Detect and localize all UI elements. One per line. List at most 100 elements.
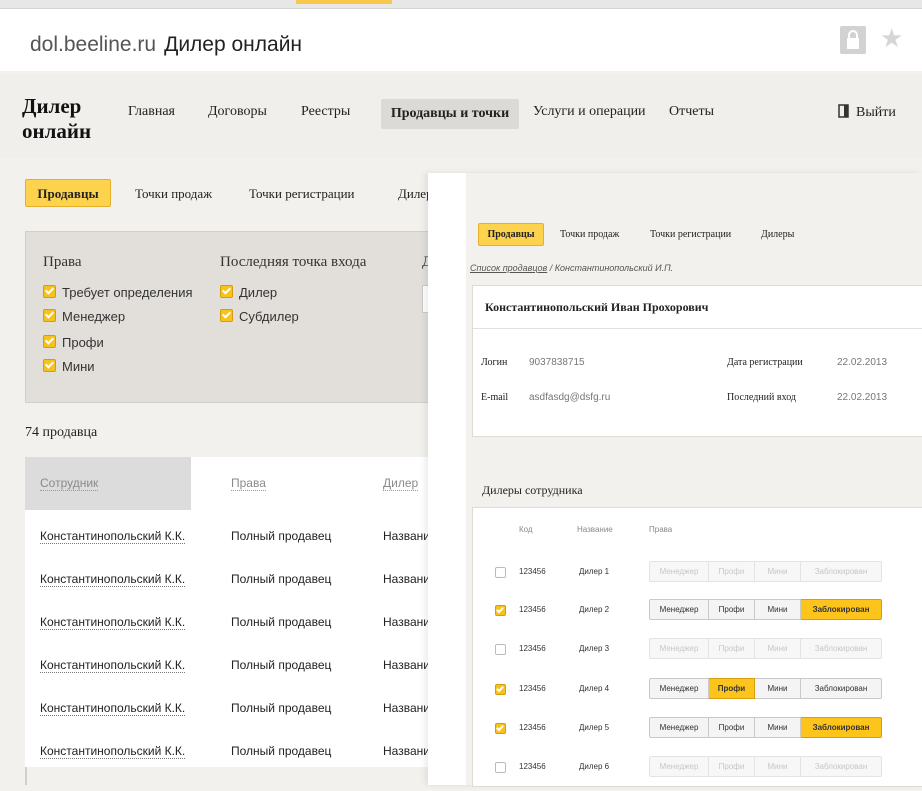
seller-name-link[interactable]: Константинопольский К.К.: [40, 744, 186, 759]
dealer-checkbox[interactable]: [495, 644, 506, 655]
checkbox-icon[interactable]: [43, 309, 56, 322]
dealer-code: 123456: [519, 567, 546, 576]
role-option-button[interactable]: Менеджер: [649, 756, 709, 777]
checkbox-label: Мини: [62, 359, 95, 374]
url-title: Дилер онлайн: [164, 33, 303, 56]
role-selector: Менеджер Профи Мини Заблокирован: [649, 599, 882, 620]
filter-rights-checkbox[interactable]: Требует определения: [43, 285, 193, 300]
detail-tab-sale-points[interactable]: Точки продаж: [560, 229, 619, 240]
subtab-sellers[interactable]: Продавцы: [25, 179, 111, 207]
filter-rights-checkbox[interactable]: Мини: [43, 359, 95, 374]
dealer-checkbox[interactable]: [495, 605, 506, 616]
filter-rights-checkbox[interactable]: Профи: [43, 335, 104, 350]
site-logo[interactable]: Дилер онлайн: [22, 94, 91, 144]
seller-dealer: Названи: [383, 615, 430, 629]
role-option-button[interactable]: Мини: [755, 561, 801, 582]
filter-last-point-checkbox[interactable]: Дилер: [220, 285, 277, 300]
table-row[interactable]: 123456 Дилер 5 Менеджер Профи Мини Заблокиров…: [473, 712, 922, 752]
dealer-checkbox[interactable]: [495, 723, 506, 734]
role-option-button[interactable]: Заблокирован: [801, 638, 882, 659]
seller-name-link[interactable]: Константинопольский К.К.: [40, 529, 186, 544]
table-row[interactable]: Константинопольский К.К. Полный продавец Н…: [25, 517, 445, 557]
role-option-button[interactable]: Профи: [709, 561, 755, 582]
column-header-dealer[interactable]: Дилер: [383, 457, 419, 510]
column-header-employee[interactable]: Сотрудник: [25, 457, 191, 510]
table-row[interactable]: Константинопольский К.К. Полный продавец Н…: [25, 560, 445, 600]
login-value: 9037838715: [529, 357, 585, 368]
detail-tab-sellers[interactable]: Продавцы: [478, 223, 544, 246]
nav-reports[interactable]: Отчеты: [669, 104, 714, 120]
subtab-registration-points[interactable]: Точки регистрации: [249, 186, 355, 202]
table-row[interactable]: 123456 Дилер 6 Менеджер Профи Мини Заблокиров…: [473, 751, 922, 791]
role-option-button[interactable]: Мини: [755, 638, 801, 659]
role-option-button[interactable]: Профи: [709, 678, 755, 699]
table-row[interactable]: Константинопольский К.К. Полный продавец Н…: [25, 646, 445, 686]
detail-tab-registration-points[interactable]: Точки регистрации: [650, 229, 731, 240]
dealer-code: 123456: [519, 644, 546, 653]
role-option-button[interactable]: Заблокирован: [801, 678, 882, 699]
table-row[interactable]: 123456 Дилер 3 Менеджер Профи Мини Заблокиров…: [473, 633, 922, 673]
role-option-button[interactable]: Профи: [709, 638, 755, 659]
seller-rights: Полный продавец: [231, 744, 332, 758]
role-option-button[interactable]: Менеджер: [649, 561, 709, 582]
dealers-table: Код Название Права 123456 Дилер 1 Менеджер…: [472, 507, 922, 787]
table-row[interactable]: 123456 Дилер 2 Менеджер Профи Мини Заблокиров…: [473, 594, 922, 634]
table-row[interactable]: Константинопольский К.К. Полный продавец Н…: [25, 603, 445, 643]
filter-rights-checkbox[interactable]: Менеджер: [43, 309, 125, 324]
seller-name-link[interactable]: Константинопольский К.К.: [40, 615, 186, 630]
role-option-button[interactable]: Профи: [709, 717, 755, 738]
logout-button[interactable]: Выйти: [838, 104, 896, 121]
role-option-button[interactable]: Заблокирован: [801, 561, 882, 582]
star-icon[interactable]: ★: [880, 23, 903, 54]
active-tab-highlight[interactable]: [296, 0, 392, 4]
role-option-button[interactable]: Менеджер: [649, 678, 709, 699]
column-header-rights[interactable]: Права: [231, 457, 266, 510]
checkbox-icon[interactable]: [43, 359, 56, 372]
nav-sellers-and-points[interactable]: Продавцы и точки: [381, 99, 519, 129]
address-bar[interactable]: dol.beeline.ru Дилер онлайн ★: [0, 9, 922, 71]
role-option-button[interactable]: Менеджер: [649, 717, 709, 738]
role-option-button[interactable]: Мини: [755, 678, 801, 699]
checkbox-icon[interactable]: [43, 285, 56, 298]
table-row[interactable]: Константинопольский К.К. Полный продавец Н…: [25, 732, 445, 772]
role-option-button[interactable]: Мини: [755, 599, 801, 620]
seller-dealer: Названи: [383, 744, 430, 758]
checkbox-icon[interactable]: [220, 309, 233, 322]
dealer-checkbox[interactable]: [495, 684, 506, 695]
nav-services[interactable]: Услуги и операции: [533, 104, 646, 120]
seller-name-link[interactable]: Константинопольский К.К.: [40, 658, 186, 673]
role-option-button[interactable]: Мини: [755, 717, 801, 738]
role-option-button[interactable]: Мини: [755, 756, 801, 777]
table-row[interactable]: Константинопольский К.К. Полный продавец Н…: [25, 689, 445, 729]
sellers-count: 74 продавца: [25, 425, 98, 440]
seller-name-link[interactable]: Константинопольский К.К.: [40, 572, 186, 587]
subtab-sale-points[interactable]: Точки продаж: [135, 186, 212, 202]
seller-name-link[interactable]: Константинопольский К.К.: [40, 701, 186, 716]
table-row[interactable]: 123456 Дилер 1 Менеджер Профи Мини Заблокиров…: [473, 556, 922, 596]
dealer-checkbox[interactable]: [495, 567, 506, 578]
role-option-button[interactable]: Менеджер: [649, 599, 709, 620]
role-option-button[interactable]: Менеджер: [649, 638, 709, 659]
sellers-table: Сотрудник Права Дилер Константинопольски…: [25, 457, 445, 767]
nav-registers[interactable]: Реестры: [301, 104, 350, 120]
nav-contracts[interactable]: Договоры: [208, 104, 267, 120]
table-row[interactable]: 123456 Дилер 4 Менеджер Профи Мини Заблокиров…: [473, 673, 922, 713]
role-option-button[interactable]: Заблокирован: [801, 599, 882, 620]
page-url[interactable]: dol.beeline.ru Дилер онлайн: [30, 33, 302, 57]
role-option-button[interactable]: Заблокирован: [801, 756, 882, 777]
checkbox-icon[interactable]: [43, 335, 56, 348]
role-option-button[interactable]: Профи: [709, 599, 755, 620]
checkbox-icon[interactable]: [220, 285, 233, 298]
column-header-code: Код: [519, 525, 533, 534]
role-option-button[interactable]: Заблокирован: [801, 717, 882, 738]
divider: [473, 328, 922, 329]
nav-main[interactable]: Главная: [128, 104, 175, 120]
filter-last-point-checkbox[interactable]: Субдилер: [220, 309, 299, 324]
lock-icon[interactable]: [840, 26, 866, 54]
detail-tab-dealers[interactable]: Дилеры: [761, 229, 794, 240]
seller-rights: Полный продавец: [231, 572, 332, 586]
dealer-checkbox[interactable]: [495, 762, 506, 773]
column-header-name: Название: [577, 525, 613, 534]
breadcrumb-link[interactable]: Список продавцов: [470, 263, 547, 273]
role-option-button[interactable]: Профи: [709, 756, 755, 777]
